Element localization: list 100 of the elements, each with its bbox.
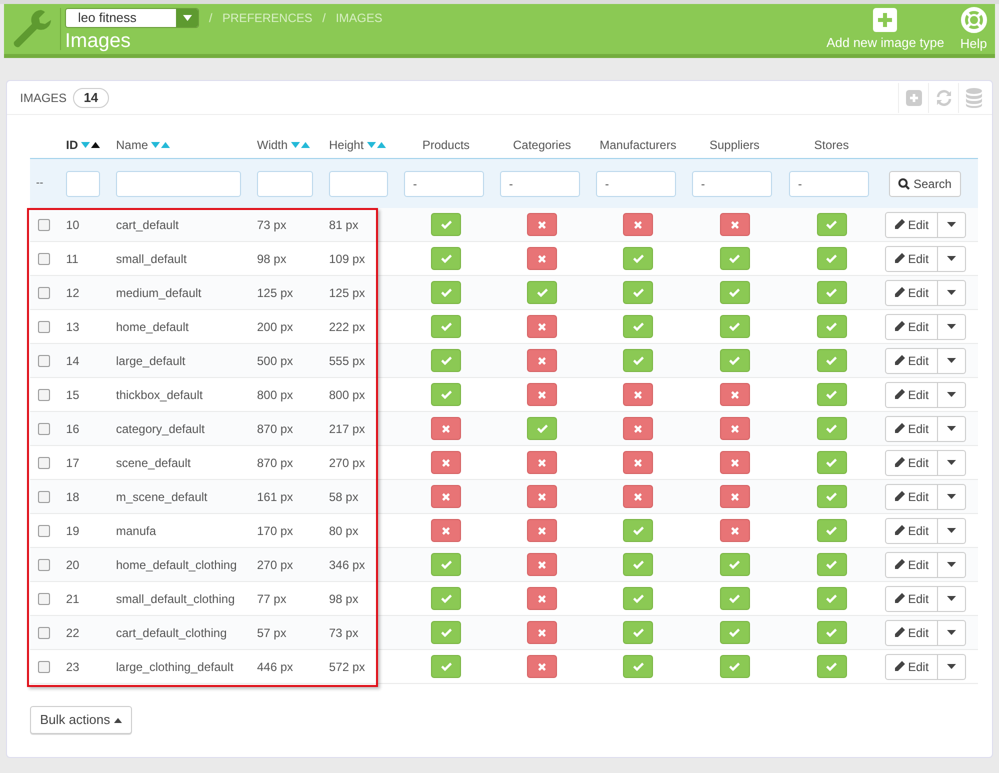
filter-select[interactable]: - [789,170,869,196]
row-checkbox[interactable] [38,524,50,536]
row-checkbox[interactable] [38,320,50,332]
dropdown-toggle[interactable] [938,280,966,306]
filter-select[interactable]: - [404,170,484,196]
enabled-badge[interactable] [816,519,846,542]
bulk-actions-button[interactable]: Bulk actions [30,706,132,734]
filter-select[interactable]: - [500,170,580,196]
enabled-badge[interactable] [816,281,846,304]
enabled-badge[interactable] [431,553,461,576]
row-checkbox[interactable] [38,592,50,604]
search-button[interactable]: Search [889,170,961,196]
edit-button[interactable]: Edit [885,212,938,238]
row-checkbox[interactable] [38,558,50,570]
enabled-badge[interactable] [816,451,846,474]
filter-select[interactable]: - [596,170,676,196]
enabled-badge[interactable] [431,247,461,270]
enabled-badge[interactable] [431,383,461,406]
filter-select[interactable]: - [692,170,772,196]
enabled-badge[interactable] [816,315,846,338]
enabled-badge[interactable] [431,315,461,338]
dropdown-toggle[interactable] [938,348,966,374]
edit-button[interactable]: Edit [885,246,938,272]
dropdown-toggle[interactable] [938,450,966,476]
enabled-badge[interactable] [623,553,653,576]
dropdown-toggle[interactable] [938,552,966,578]
row-checkbox[interactable] [38,456,50,468]
enabled-badge[interactable] [623,621,653,644]
enabled-badge[interactable] [431,349,461,372]
filter-input[interactable] [257,170,313,196]
row-checkbox[interactable] [38,218,50,230]
edit-button[interactable]: Edit [885,552,938,578]
edit-button[interactable]: Edit [885,654,938,680]
edit-button[interactable]: Edit [885,450,938,476]
enabled-badge[interactable] [720,553,750,576]
edit-button[interactable]: Edit [885,416,938,442]
enabled-badge[interactable] [720,655,750,678]
enabled-badge[interactable] [816,485,846,508]
enabled-badge[interactable] [431,587,461,610]
enabled-badge[interactable] [431,655,461,678]
enabled-badge[interactable] [720,349,750,372]
column-header[interactable]: Width [257,136,288,154]
row-checkbox[interactable] [38,354,50,366]
dropdown-toggle[interactable] [938,654,966,680]
shop-select[interactable]: leo fitness [65,8,199,28]
enabled-badge[interactable] [816,383,846,406]
enabled-badge[interactable] [816,553,846,576]
filter-input[interactable] [329,170,388,196]
enabled-badge[interactable] [623,519,653,542]
enabled-badge[interactable] [623,247,653,270]
enabled-badge[interactable] [816,349,846,372]
edit-button[interactable]: Edit [885,314,938,340]
enabled-badge[interactable] [720,281,750,304]
enabled-badge[interactable] [816,621,846,644]
enabled-badge[interactable] [623,655,653,678]
filter-input[interactable] [66,170,100,196]
enabled-badge[interactable] [623,349,653,372]
edit-button[interactable]: Edit [885,620,938,646]
enabled-badge[interactable] [816,655,846,678]
edit-button[interactable]: Edit [885,348,938,374]
sort-arrows[interactable] [81,142,100,148]
dropdown-toggle[interactable] [938,518,966,544]
dropdown-toggle[interactable] [938,484,966,510]
enabled-badge[interactable] [623,587,653,610]
enabled-badge[interactable] [720,247,750,270]
dropdown-toggle[interactable] [938,586,966,612]
enabled-badge[interactable] [816,247,846,270]
enabled-badge[interactable] [816,587,846,610]
enabled-badge[interactable] [623,315,653,338]
dropdown-toggle[interactable] [938,246,966,272]
dropdown-toggle[interactable] [938,314,966,340]
enabled-badge[interactable] [816,213,846,236]
dropdown-toggle[interactable] [938,416,966,442]
row-checkbox[interactable] [38,252,50,264]
enabled-badge[interactable] [527,417,557,440]
edit-button[interactable]: Edit [885,518,938,544]
dropdown-toggle[interactable] [938,212,966,238]
enabled-badge[interactable] [431,213,461,236]
row-checkbox[interactable] [38,388,50,400]
row-checkbox[interactable] [38,660,50,672]
enabled-badge[interactable] [720,587,750,610]
enabled-badge[interactable] [623,281,653,304]
enabled-badge[interactable] [720,621,750,644]
row-checkbox[interactable] [38,422,50,434]
enabled-badge[interactable] [431,281,461,304]
edit-button[interactable]: Edit [885,382,938,408]
column-header[interactable]: Height [329,136,364,154]
enabled-badge[interactable] [816,417,846,440]
dropdown-toggle[interactable] [938,620,966,646]
row-checkbox[interactable] [38,490,50,502]
edit-button[interactable]: Edit [885,586,938,612]
row-checkbox[interactable] [38,286,50,298]
enabled-badge[interactable] [431,621,461,644]
row-checkbox[interactable] [38,626,50,638]
enabled-badge[interactable] [720,315,750,338]
column-header[interactable]: Name [116,136,148,154]
edit-button[interactable]: Edit [885,484,938,510]
filter-input[interactable] [116,170,241,196]
column-header[interactable]: ID [66,136,78,154]
dropdown-toggle[interactable] [938,382,966,408]
